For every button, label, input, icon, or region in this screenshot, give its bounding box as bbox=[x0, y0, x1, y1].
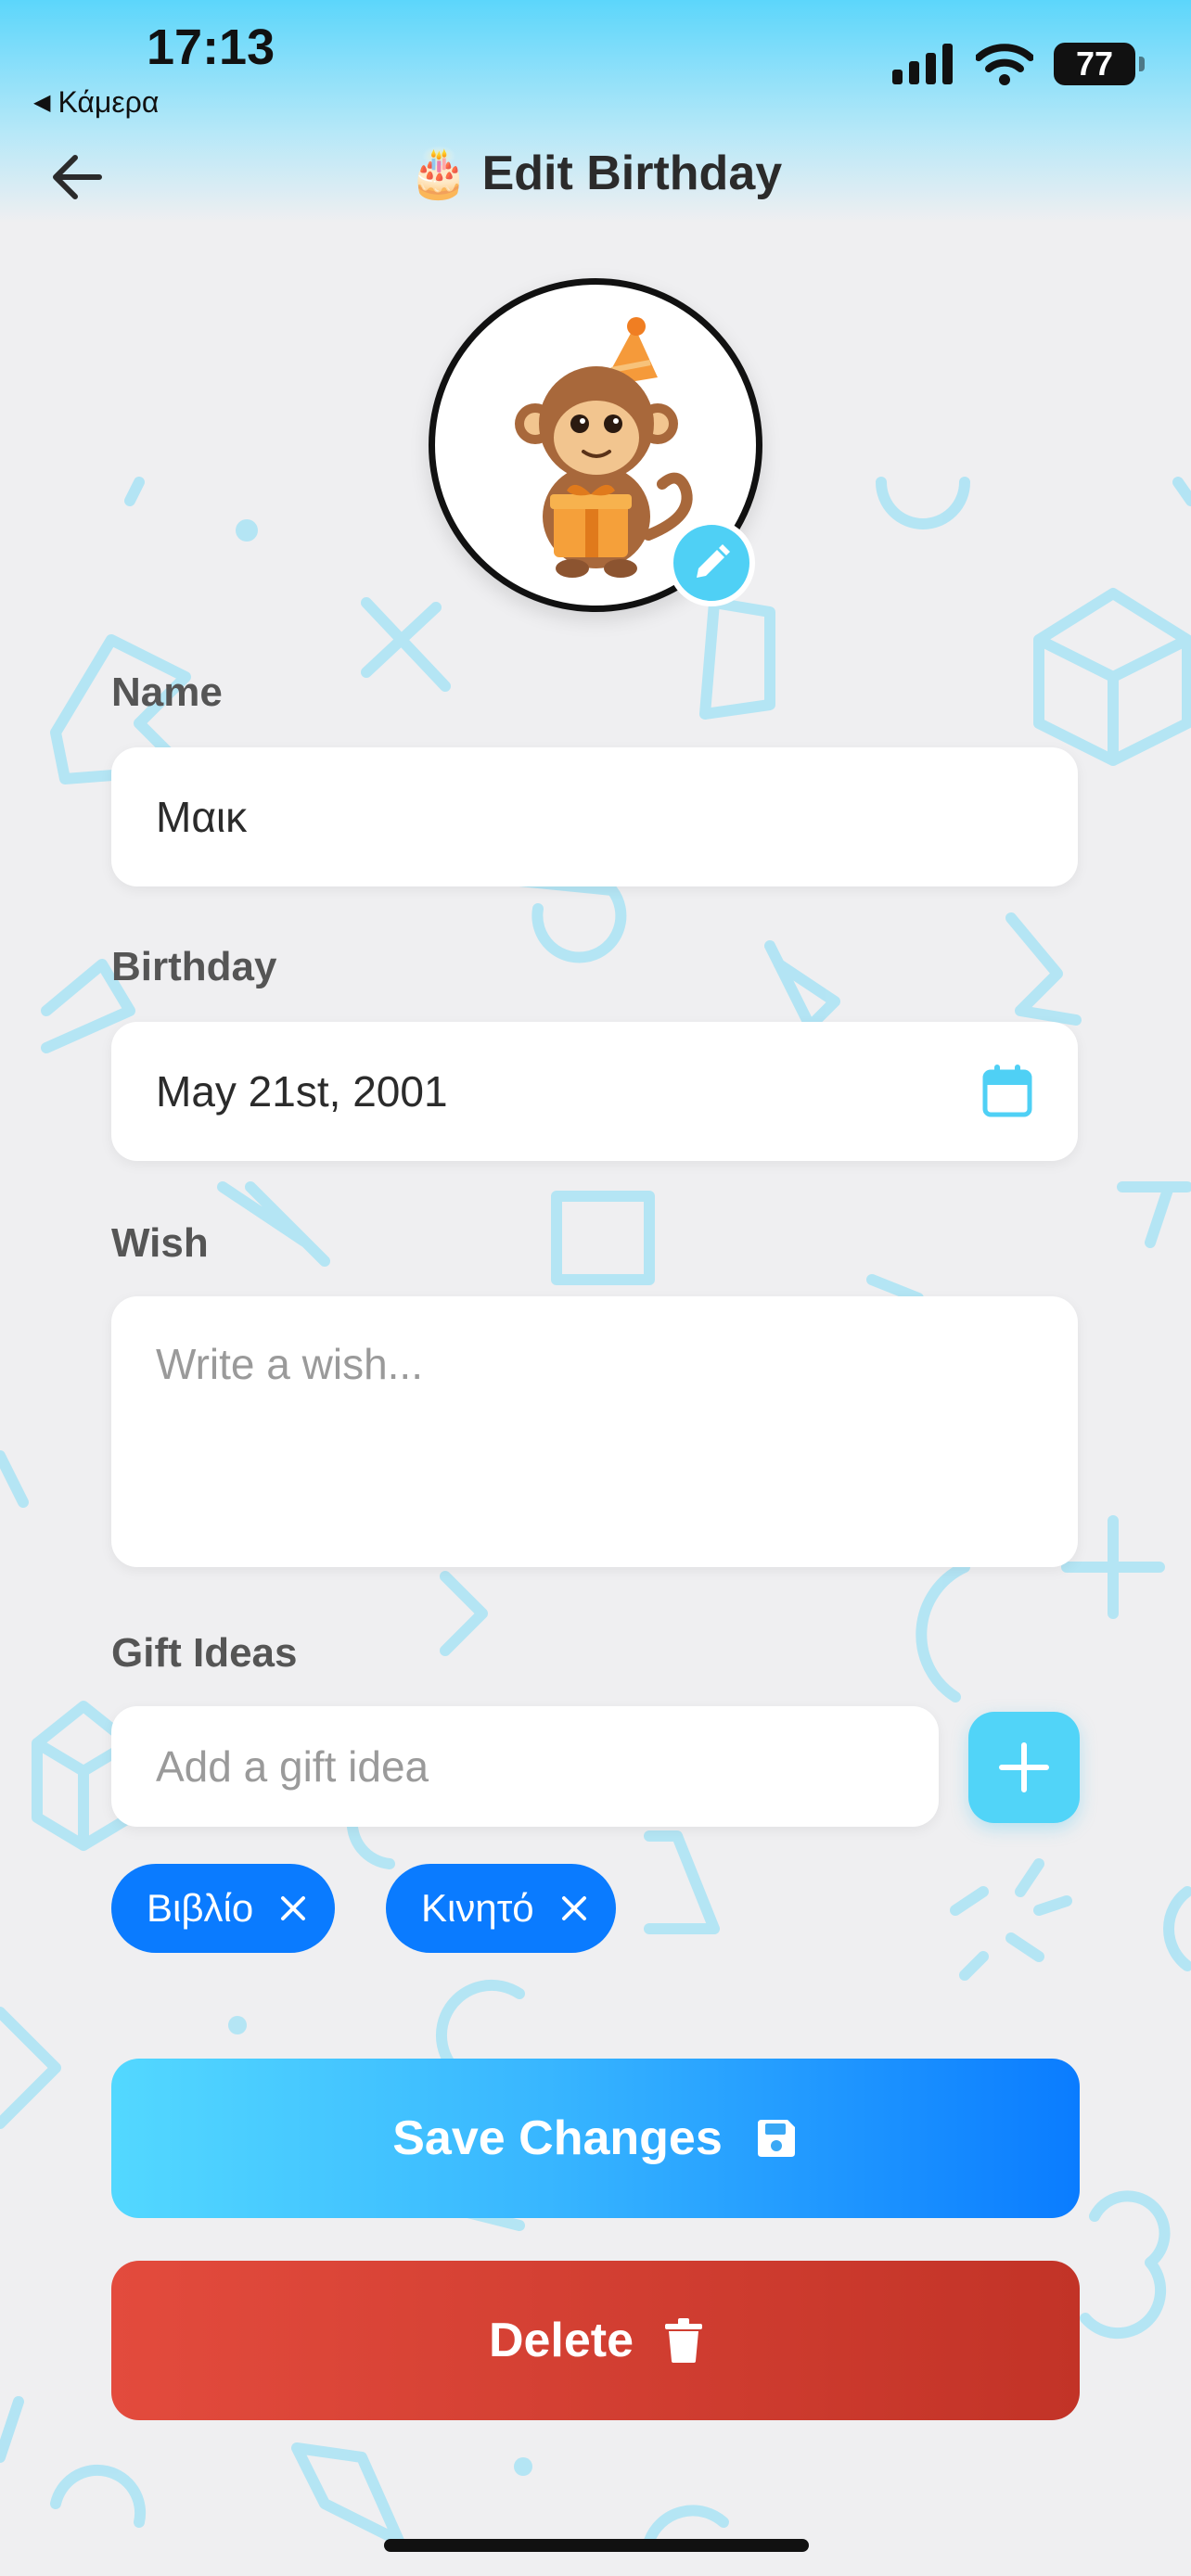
gift-tag-label: Βιβλίο bbox=[147, 1886, 254, 1930]
birthday-date-field[interactable]: May 21st, 2001 bbox=[111, 1022, 1078, 1161]
trash-icon bbox=[665, 2318, 703, 2363]
gift-tag-label: Κινητό bbox=[421, 1886, 534, 1930]
home-indicator bbox=[384, 2539, 809, 2552]
close-icon[interactable] bbox=[279, 1894, 307, 1922]
gift-tag-chip: Βιβλίο bbox=[111, 1864, 336, 1953]
gift-idea-input[interactable]: Add a gift idea bbox=[111, 1706, 939, 1827]
gift-idea-placeholder: Add a gift idea bbox=[156, 1742, 429, 1791]
wish-label: Wish bbox=[111, 1220, 209, 1266]
signal-icon bbox=[892, 44, 953, 84]
birthday-value: May 21st, 2001 bbox=[156, 1067, 448, 1116]
edit-avatar-button[interactable] bbox=[668, 519, 755, 606]
name-value: Μαικ bbox=[156, 793, 248, 841]
page-title: 🎂 Edit Birthday bbox=[0, 145, 1191, 201]
back-triangle-icon: ◀ bbox=[33, 90, 51, 115]
plus-icon bbox=[999, 1742, 1049, 1792]
back-to-app-link[interactable]: ◀ Κάμερα bbox=[33, 85, 159, 120]
wish-placeholder: Write a wish... bbox=[156, 1340, 423, 1388]
floppy-disk-icon bbox=[757, 2120, 795, 2157]
page-title-text: Edit Birthday bbox=[481, 147, 783, 200]
gift-tag-chip: Κινητό bbox=[386, 1864, 616, 1953]
close-icon[interactable] bbox=[560, 1894, 588, 1922]
gift-ideas-label: Gift Ideas bbox=[111, 1630, 298, 1676]
wish-textarea[interactable]: Write a wish... bbox=[111, 1296, 1078, 1567]
cake-icon: 🎂 bbox=[408, 147, 469, 200]
battery-indicator: 77 bbox=[1054, 43, 1145, 85]
name-label: Name bbox=[111, 670, 223, 715]
delete-button[interactable]: Delete bbox=[111, 2261, 1080, 2420]
save-changes-button[interactable]: Save Changes bbox=[111, 2059, 1080, 2218]
status-icons: 77 bbox=[892, 43, 1145, 85]
birthday-label: Birthday bbox=[111, 944, 277, 989]
battery-level: 77 bbox=[1075, 45, 1114, 83]
delete-label: Delete bbox=[488, 2314, 634, 2367]
calendar-icon[interactable] bbox=[981, 1065, 1033, 1118]
pencil-icon bbox=[697, 544, 730, 578]
add-gift-idea-button[interactable] bbox=[968, 1712, 1080, 1823]
wifi-icon bbox=[976, 44, 1033, 85]
save-changes-label: Save Changes bbox=[392, 2111, 723, 2165]
back-app-label: Κάμερα bbox=[58, 85, 160, 119]
status-time: 17:13 bbox=[147, 19, 275, 75]
name-input[interactable]: Μαικ bbox=[111, 747, 1078, 886]
